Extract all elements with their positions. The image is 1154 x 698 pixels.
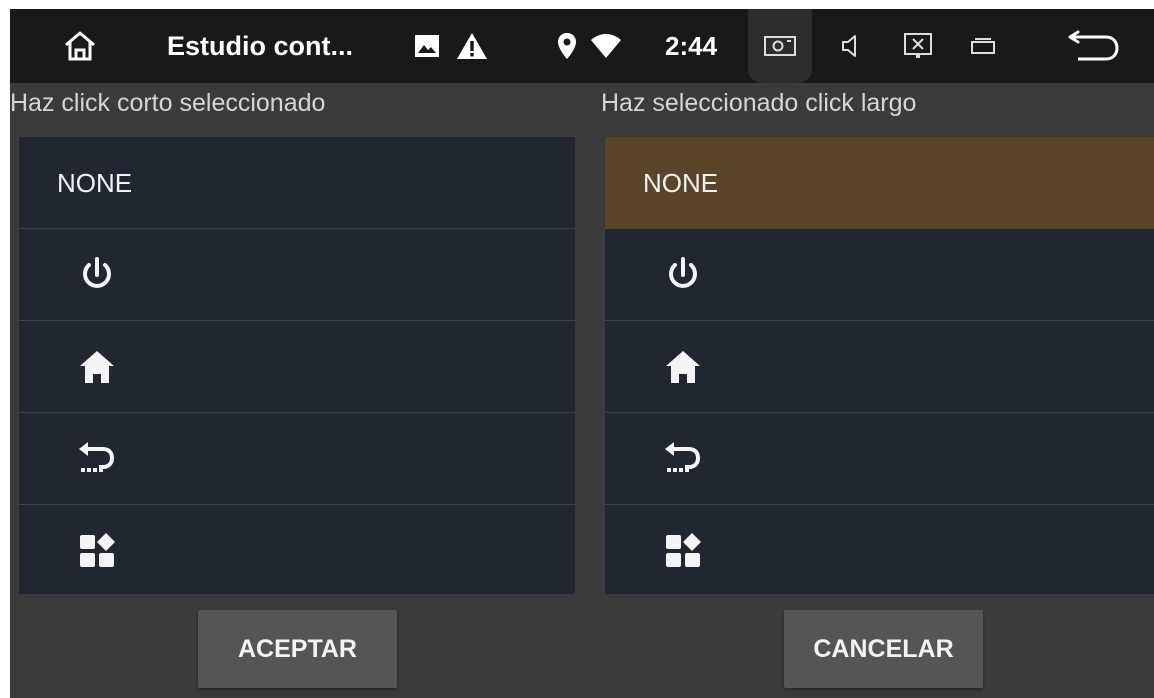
warning-icon xyxy=(454,9,490,83)
volume-icon[interactable] xyxy=(836,9,866,83)
app-frame: Estudio cont... 2:44 Haz click corto sel… xyxy=(10,9,1154,698)
short-click-heading: Haz click corto seleccionado xyxy=(10,89,326,117)
long-click-list: NONE xyxy=(605,137,1154,594)
recents-icon[interactable] xyxy=(966,9,1000,83)
status-bar: Estudio cont... 2:44 xyxy=(10,9,1154,83)
short-click-list: NONE xyxy=(19,137,575,594)
list-item-home[interactable] xyxy=(19,321,575,413)
list-item-apps[interactable] xyxy=(19,505,575,594)
back-icon xyxy=(77,439,117,479)
apps-icon xyxy=(663,531,703,571)
list-item-apps[interactable] xyxy=(605,505,1154,594)
power-icon xyxy=(77,255,117,295)
close-window-icon[interactable] xyxy=(900,9,936,83)
list-item-none[interactable]: NONE xyxy=(605,137,1154,229)
list-item-label: NONE xyxy=(643,168,719,198)
list-item-power[interactable] xyxy=(19,229,575,321)
back-icon xyxy=(663,439,703,479)
power-icon xyxy=(663,255,703,295)
list-item-back[interactable] xyxy=(19,413,575,505)
home-icon xyxy=(77,347,117,387)
long-click-heading: Haz seleccionado click largo xyxy=(601,89,917,117)
cancel-button[interactable]: CANCELAR xyxy=(784,610,983,688)
list-item-back[interactable] xyxy=(605,413,1154,505)
list-item-none[interactable]: NONE xyxy=(19,137,575,229)
home-icon xyxy=(663,347,703,387)
list-item-power[interactable] xyxy=(605,229,1154,321)
location-icon xyxy=(554,9,580,83)
back-icon[interactable] xyxy=(1066,9,1122,83)
list-item-home[interactable] xyxy=(605,321,1154,413)
clock: 2:44 xyxy=(665,31,718,61)
apps-icon xyxy=(77,531,117,571)
home-outline-icon[interactable] xyxy=(58,9,102,83)
screenshot-icon[interactable] xyxy=(758,9,802,83)
image-icon xyxy=(412,9,442,83)
list-item-label: NONE xyxy=(57,168,133,198)
accept-button[interactable]: ACEPTAR xyxy=(198,610,397,688)
wifi-icon xyxy=(588,9,624,83)
notification-title: Estudio cont... xyxy=(167,31,353,61)
